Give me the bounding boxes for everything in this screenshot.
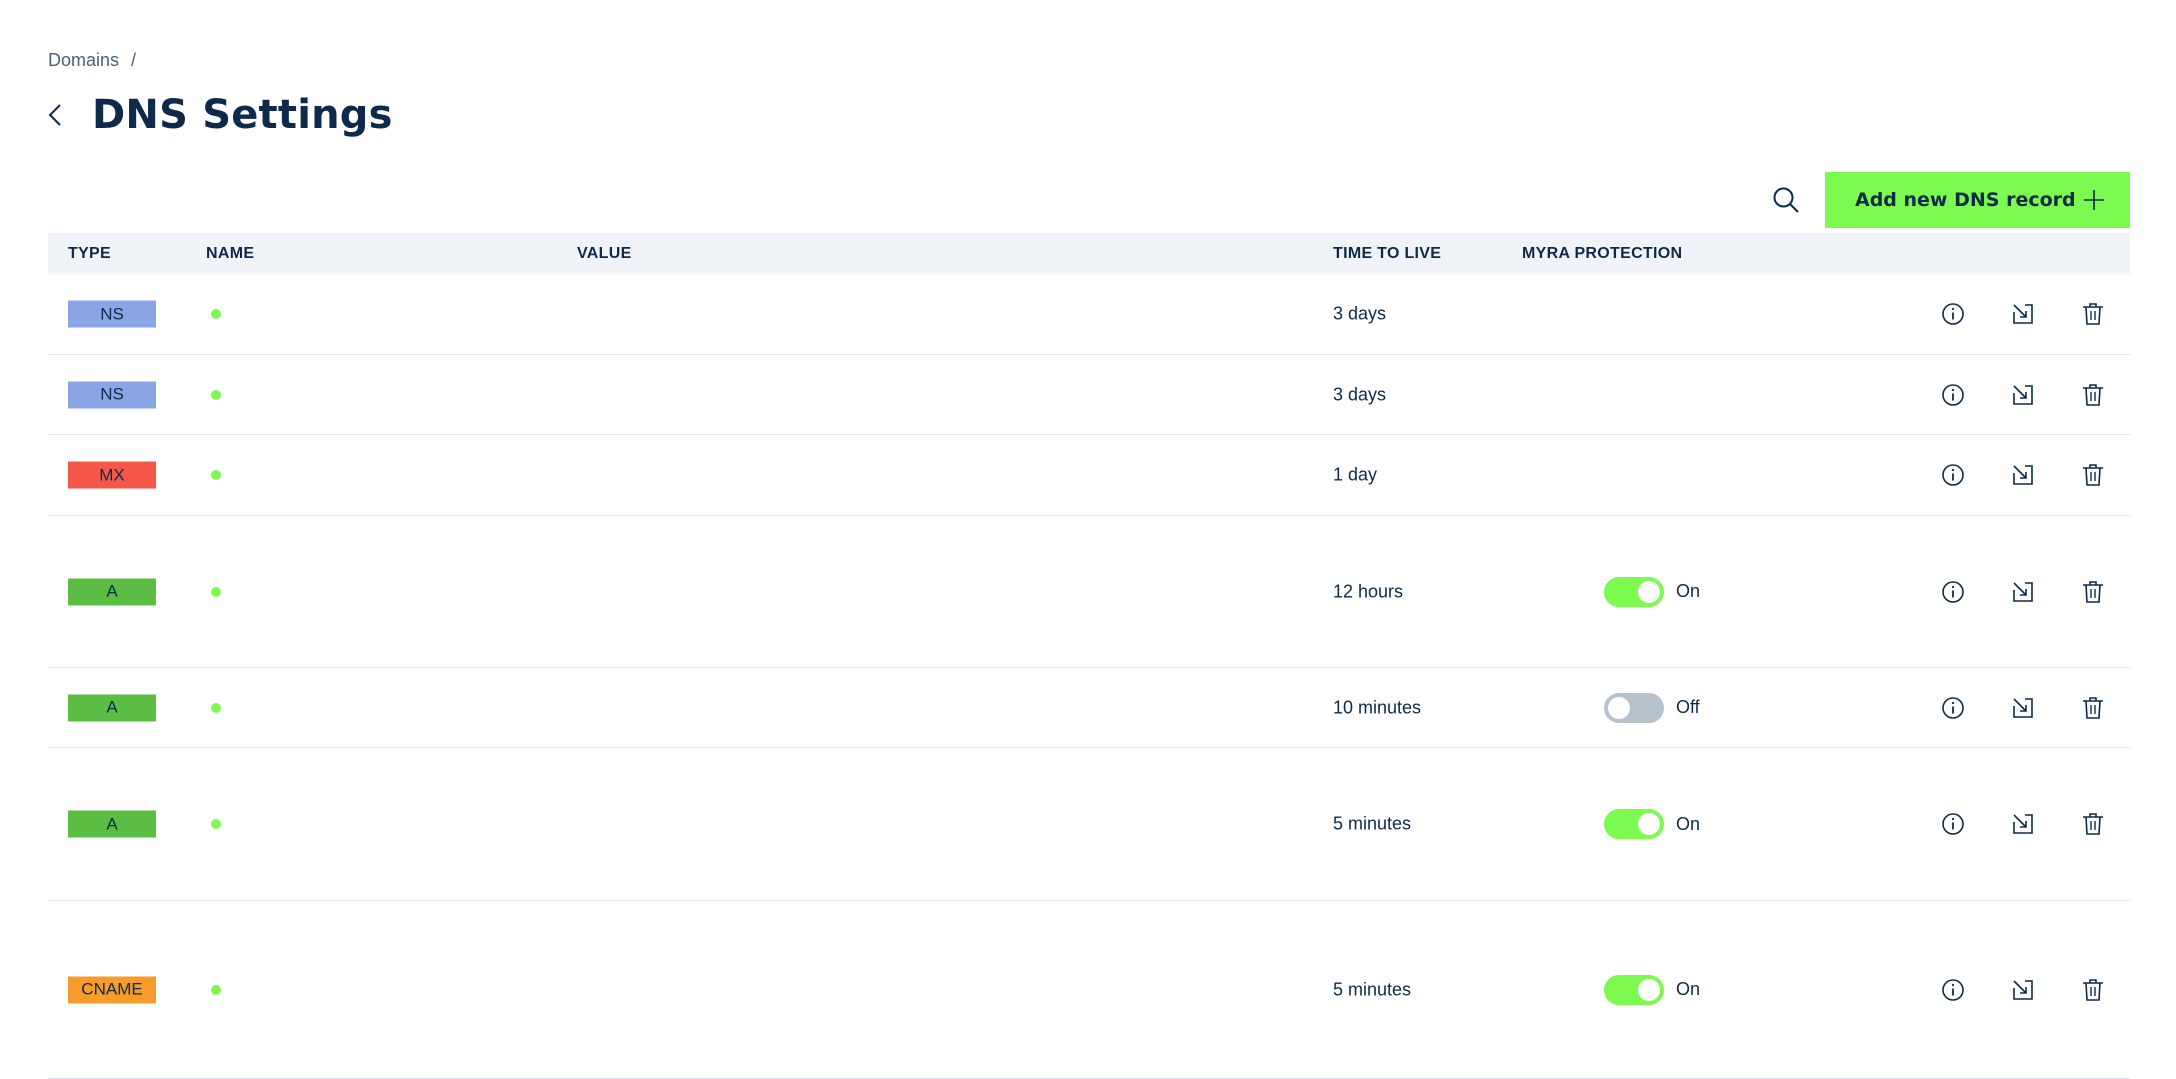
ttl-value: 1 day: [1333, 464, 1378, 485]
add-dns-record-button[interactable]: Add new DNS record: [1825, 172, 2130, 228]
record-type-badge: A: [68, 578, 156, 605]
ttl-value: 10 minutes: [1333, 697, 1422, 717]
myra-protection-toggle[interactable]: [1604, 974, 1664, 1005]
myra-protection-toggle[interactable]: [1604, 809, 1664, 839]
toggle-knob: [1608, 696, 1630, 719]
ttl-value: 5 minutes: [1333, 979, 1412, 999]
column-header-myra-protection: MYRA PROTECTION: [1522, 244, 1683, 262]
breadcrumb-domains-link[interactable]: Domains: [48, 50, 119, 71]
myra-protection-label: On: [1676, 813, 1701, 834]
trash-icon[interactable]: [2080, 462, 2106, 488]
status-dot: [211, 309, 221, 319]
table-row: NS 3 days: [48, 355, 2130, 435]
myra-protection: Off: [1604, 692, 1700, 723]
myra-protection-toggle[interactable]: [1604, 576, 1664, 607]
trash-icon[interactable]: [2080, 301, 2106, 327]
myra-protection-label: On: [1676, 581, 1701, 601]
breadcrumb-separator: /: [131, 50, 137, 70]
toggle-knob: [1638, 978, 1660, 1001]
trash-icon[interactable]: [2080, 382, 2106, 408]
status-dot: [211, 389, 221, 400]
ttl-value: 5 minutes: [1333, 813, 1412, 834]
record-type-badge: A: [68, 810, 156, 838]
toggle-knob: [1638, 580, 1660, 603]
edit-icon[interactable]: [2010, 579, 2036, 605]
info-icon[interactable]: [1940, 382, 1966, 408]
column-header-ttl: TIME TO LIVE: [1333, 244, 1442, 262]
ttl-value: 12 hours: [1333, 581, 1404, 601]
table-row: MX 1 day: [48, 435, 2130, 516]
edit-icon[interactable]: [2010, 695, 2036, 721]
status-dot: [211, 819, 221, 829]
ttl-value: 3 days: [1333, 303, 1387, 324]
trash-icon[interactable]: [2080, 579, 2106, 605]
trash-icon[interactable]: [2080, 977, 2106, 1003]
toggle-knob: [1638, 813, 1660, 835]
column-header-type: TYPE: [68, 244, 111, 262]
status-dot: [211, 984, 221, 995]
table-body: NS 3 days NS 3 days MX 1 day A 12 hours On A 10 mi…: [48, 274, 2130, 1079]
info-icon[interactable]: [1940, 695, 1966, 721]
status-dot: [211, 470, 221, 480]
info-icon[interactable]: [1940, 462, 1966, 488]
table-header: TYPE NAME VALUE TIME TO LIVE MYRA PROTEC…: [48, 233, 2130, 274]
info-icon[interactable]: [1940, 977, 1966, 1003]
column-header-name: NAME: [206, 244, 255, 262]
add-dns-record-label: Add new DNS record: [1855, 189, 2076, 211]
table-row: A 10 minutes Off: [48, 668, 2130, 748]
info-icon[interactable]: [1940, 811, 1966, 837]
status-dot: [211, 586, 221, 597]
search-icon[interactable]: [1769, 183, 1803, 217]
trash-icon[interactable]: [2080, 695, 2106, 721]
edit-icon[interactable]: [2010, 382, 2036, 408]
record-type-badge: CNAME: [68, 976, 156, 1003]
table-row: A 12 hours On: [48, 516, 2130, 668]
record-type-badge: NS: [68, 300, 156, 328]
column-header-value: VALUE: [577, 244, 632, 262]
info-icon[interactable]: [1940, 579, 1966, 605]
page-title: DNS Settings: [92, 92, 393, 138]
table-row: CNAME 5 minutes On: [48, 901, 2130, 1079]
status-dot: [211, 702, 221, 713]
title-row: DNS Settings: [48, 92, 393, 138]
myra-protection-toggle[interactable]: [1604, 692, 1664, 723]
myra-protection-label: Off: [1676, 697, 1700, 717]
edit-icon[interactable]: [2010, 462, 2036, 488]
toolbar: Add new DNS record: [1769, 172, 2130, 228]
myra-protection-label: On: [1676, 979, 1701, 999]
myra-protection: On: [1604, 974, 1701, 1005]
chevron-left-icon[interactable]: [48, 100, 66, 130]
table-row: A 5 minutes On: [48, 748, 2130, 901]
table-row: NS 3 days: [48, 274, 2130, 355]
edit-icon[interactable]: [2010, 811, 2036, 837]
record-type-badge: NS: [68, 381, 156, 408]
myra-protection: On: [1604, 576, 1701, 607]
dns-records-table: TYPE NAME VALUE TIME TO LIVE MYRA PROTEC…: [48, 233, 2130, 1079]
myra-protection: On: [1604, 809, 1700, 839]
edit-icon[interactable]: [2010, 301, 2036, 327]
record-type-badge: A: [68, 694, 156, 721]
breadcrumb: Domains /: [48, 50, 136, 71]
info-icon[interactable]: [1940, 301, 1966, 327]
plus-icon: [2084, 190, 2104, 210]
trash-icon[interactable]: [2080, 811, 2106, 837]
record-type-badge: MX: [68, 461, 156, 489]
ttl-value: 3 days: [1333, 384, 1387, 404]
edit-icon[interactable]: [2010, 977, 2036, 1003]
